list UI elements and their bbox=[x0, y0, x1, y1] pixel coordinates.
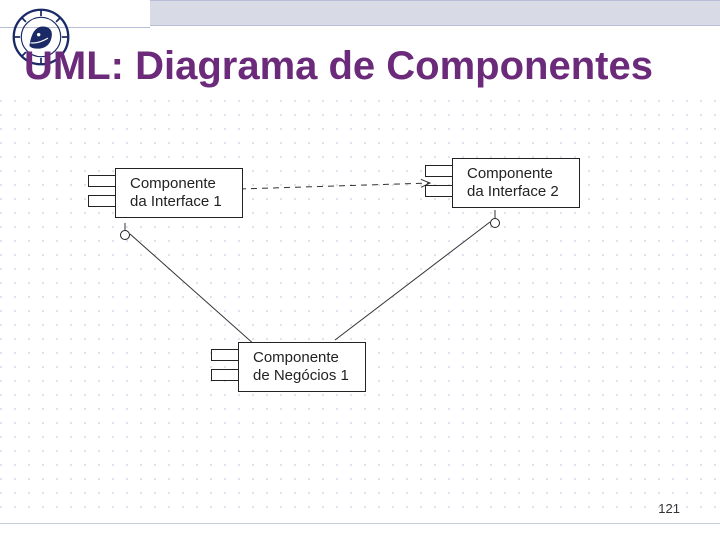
component-label: da Interface 1 bbox=[130, 193, 234, 211]
header-bar bbox=[150, 0, 720, 26]
component-diagram: Componente da Interface 1 Componente da … bbox=[60, 150, 620, 440]
component-tab-icon bbox=[211, 369, 239, 381]
component-tab-icon bbox=[88, 175, 116, 187]
component-business-1: Componente de Negócios 1 bbox=[238, 342, 366, 392]
component-interface-1: Componente da Interface 1 bbox=[115, 168, 243, 218]
component-label: da Interface 2 bbox=[467, 183, 571, 201]
page-number: 121 bbox=[658, 501, 680, 516]
component-label: Componente bbox=[253, 349, 357, 367]
component-tab-icon bbox=[425, 165, 453, 177]
component-interface-2: Componente da Interface 2 bbox=[452, 158, 580, 208]
component-label: de Negócios 1 bbox=[253, 367, 357, 385]
component-tab-icon bbox=[211, 349, 239, 361]
component-tab-icon bbox=[88, 195, 116, 207]
footer-divider bbox=[0, 523, 720, 524]
component-label: Componente bbox=[467, 165, 571, 183]
interface-port-icon bbox=[120, 230, 130, 240]
interface-port-icon bbox=[490, 218, 500, 228]
component-label: Componente bbox=[130, 175, 234, 193]
page-title: UML: Diagrama de Componentes bbox=[24, 44, 653, 89]
component-tab-icon bbox=[425, 185, 453, 197]
